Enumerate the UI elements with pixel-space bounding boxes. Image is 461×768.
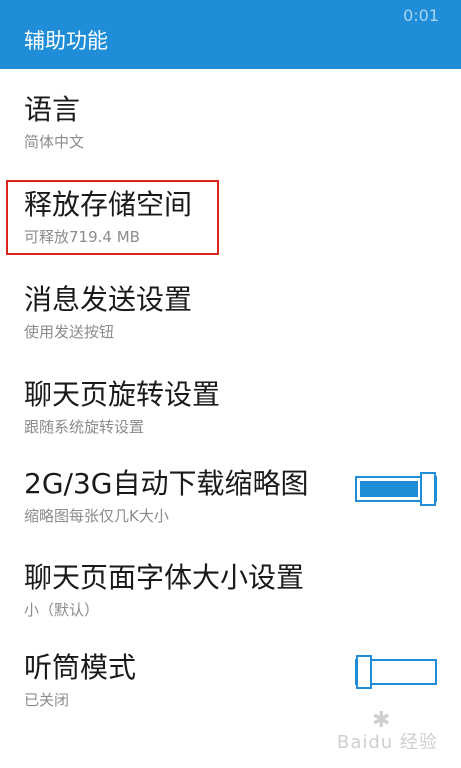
page-title: 辅助功能 — [24, 29, 108, 53]
setting-subtitle: 已关闭 — [24, 691, 70, 709]
setting-title: 2G/3G自动下载缩略图 — [24, 467, 309, 500]
earpiece-mode-toggle[interactable] — [355, 655, 437, 689]
status-time: 0:01 — [403, 6, 439, 25]
setting-chat-rotation[interactable]: 聊天页旋转设置 跟随系统旋转设置 — [0, 377, 461, 463]
toggle-thumb[interactable] — [420, 472, 436, 506]
highlight-box — [6, 180, 219, 255]
setting-title: 消息发送设置 — [24, 283, 193, 316]
watermark-text: Baidu 经验 — [337, 732, 438, 753]
setting-title: 聊天页旋转设置 — [24, 378, 221, 411]
setting-subtitle: 缩略图每张仅几K大小 — [24, 507, 169, 525]
setting-subtitle: 使用发送按钮 — [24, 323, 115, 341]
setting-message-send[interactable]: 消息发送设置 使用发送按钮 — [0, 282, 461, 368]
setting-subtitle: 小（默认） — [24, 601, 100, 619]
auto-download-toggle[interactable] — [355, 472, 437, 506]
toggle-fill — [360, 481, 418, 497]
setting-title: 聊天页面字体大小设置 — [24, 561, 305, 594]
setting-subtitle: 跟随系统旋转设置 — [24, 418, 145, 436]
app-header: 0:01 辅助功能 — [0, 0, 461, 69]
setting-language[interactable]: 语言 简体中文 — [0, 92, 461, 178]
setting-chat-font-size[interactable]: 聊天页面字体大小设置 小（默认） — [0, 560, 461, 646]
setting-subtitle: 简体中文 — [24, 133, 85, 151]
setting-title: 语言 — [24, 93, 81, 126]
setting-title: 听筒模式 — [24, 651, 137, 684]
screen: 0:01 辅助功能 语言 简体中文 释放存储空间 可释放719.4 MB 消息发… — [0, 0, 461, 768]
toggle-thumb[interactable] — [356, 655, 372, 689]
watermark: ✱ Baidu 经验 — [337, 708, 447, 754]
